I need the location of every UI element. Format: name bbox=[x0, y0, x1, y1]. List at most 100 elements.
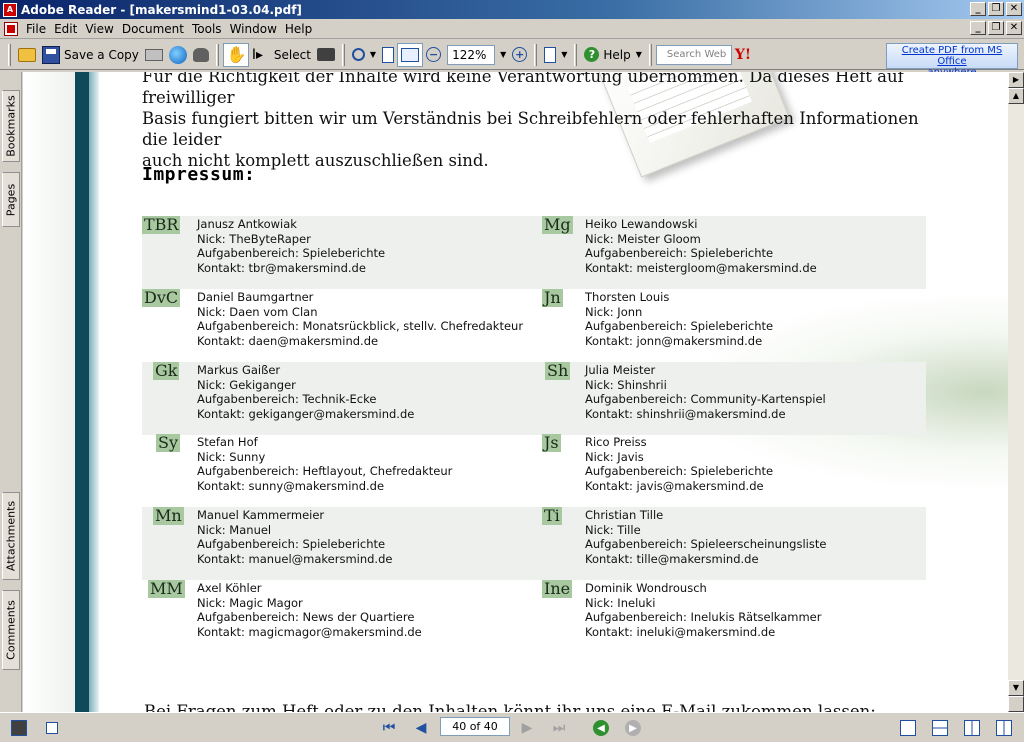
create-pdf-link[interactable]: Create PDF from MS Office anywhere bbox=[886, 43, 1018, 78]
staff-area: Aufgabenbereich: Heftlayout, Chefredakte… bbox=[197, 464, 453, 479]
staff-area: Aufgabenbereich: Monatsrückblick, stellv… bbox=[197, 319, 524, 334]
create-pdf-line1: Create PDF from MS Office bbox=[901, 45, 1003, 67]
last-page-icon[interactable]: ⏭ bbox=[550, 719, 568, 737]
staff-nick: Nick: Shinshrii bbox=[585, 377, 667, 392]
chevron-down-icon[interactable]: ▼ bbox=[500, 50, 506, 59]
toolbar-grip[interactable] bbox=[215, 43, 219, 66]
tab-attachments[interactable]: Attachments bbox=[2, 492, 20, 580]
zoom-in-button[interactable]: + bbox=[509, 43, 530, 67]
help-label: Help bbox=[603, 47, 631, 62]
next-page-icon[interactable]: ▶ bbox=[518, 719, 536, 737]
staff-row: Gk Markus Gaißer Nick: Gekiganger Aufgabenb… bbox=[142, 362, 926, 435]
vertical-scrollbar[interactable]: ▶ ▲ ▼ bbox=[1008, 72, 1024, 712]
staff-card: Mn Manuel Kammermeier Nick: Manuel Aufgaben… bbox=[142, 507, 534, 580]
toolbar-grip[interactable] bbox=[341, 43, 345, 66]
go-back-icon: ◀ bbox=[593, 720, 609, 736]
menu-window[interactable]: Window bbox=[228, 22, 283, 36]
staff-nick: Nick: TheByteRaper bbox=[197, 231, 311, 246]
continuous-facing-layout-button[interactable] bbox=[994, 719, 1014, 737]
page-stripe-light bbox=[89, 72, 99, 712]
staff-initials-badge: MM bbox=[148, 579, 185, 598]
select-text-icon: I▸ bbox=[251, 46, 264, 63]
rotate-button[interactable]: ▼ bbox=[541, 43, 570, 67]
save-copy-button[interactable]: Save a Copy bbox=[39, 43, 142, 67]
staff-details: Thorsten Louis Nick: Jonn Aufgabenbereich:… bbox=[585, 290, 773, 348]
staff-contact: Kontakt: sunny@makersmind.de bbox=[197, 478, 385, 493]
staff-nick: Nick: Javis bbox=[585, 449, 644, 464]
doc-close-button[interactable]: ✕ bbox=[1006, 21, 1022, 35]
go-forward-icon: ▶ bbox=[625, 720, 641, 736]
staff-card: Js Rico Preiss Nick: Javis Aufgabenbereich:… bbox=[542, 434, 934, 507]
staff-card: TBR Janusz Antkowiak Nick: TheByteRaper Auf… bbox=[142, 216, 534, 289]
open-button[interactable] bbox=[15, 43, 39, 67]
help-button[interactable]: ? Help ▼ bbox=[581, 43, 645, 67]
toolbar-grip[interactable] bbox=[574, 43, 578, 66]
staff-contact: Kontakt: ineluki@makersmind.de bbox=[585, 624, 776, 639]
zoom-tool-button[interactable]: ▼ bbox=[349, 43, 379, 67]
previous-page-icon[interactable]: ◀ bbox=[412, 719, 430, 737]
staff-row: Mn Manuel Kammermeier Nick: Manuel Aufgaben… bbox=[142, 507, 926, 580]
staff-contact: Kontakt: manuel@makersmind.de bbox=[197, 551, 393, 566]
document-view[interactable]: Für die Richtigkeit der Inhalte wird kei… bbox=[23, 72, 1008, 712]
menu-view[interactable]: View bbox=[83, 22, 119, 36]
rotate-icon bbox=[544, 46, 557, 63]
snapshot-button[interactable] bbox=[314, 43, 338, 67]
toolbar-grip[interactable] bbox=[534, 43, 538, 66]
toggle-nav-pane-icon[interactable] bbox=[10, 719, 28, 737]
scroll-down-icon[interactable]: ▼ bbox=[1008, 680, 1024, 696]
zoom-out-button[interactable]: − bbox=[423, 43, 444, 67]
go-forward-button[interactable]: ▶ bbox=[624, 719, 642, 737]
impressum-heading: Impressum: bbox=[142, 164, 256, 185]
staff-nick: Nick: Magic Magor bbox=[197, 595, 303, 610]
tab-bookmarks[interactable]: Bookmarks bbox=[2, 90, 20, 162]
staff-contact: Kontakt: daen@makersmind.de bbox=[197, 333, 379, 348]
window-title: Adobe Reader - [makersmind1-03.04.pdf] bbox=[21, 2, 302, 17]
staff-row: MM Axel Köhler Nick: Magic Magor Aufgabenbe… bbox=[142, 580, 926, 653]
fit-width-button[interactable] bbox=[397, 42, 424, 67]
doc-restore-button[interactable]: ❐ bbox=[988, 21, 1004, 35]
page-margin-decoration bbox=[23, 72, 75, 712]
hand-tool-button[interactable]: ✋ bbox=[222, 42, 249, 67]
staff-card: Ti Christian Tille Nick: Tille Aufgabenbere… bbox=[542, 507, 934, 580]
doc-minimize-button[interactable]: _ bbox=[970, 21, 986, 35]
close-button[interactable]: ✕ bbox=[1006, 2, 1022, 16]
yahoo-search-button[interactable]: Y! bbox=[732, 43, 754, 67]
continuous-layout-button[interactable] bbox=[930, 719, 950, 737]
menu-edit[interactable]: Edit bbox=[52, 22, 83, 36]
staff-initials-badge: Sy bbox=[156, 433, 180, 452]
intro-line: Für die Richtigkeit der Inhalte wird kei… bbox=[142, 72, 904, 107]
first-page-icon[interactable]: ⏮ bbox=[380, 719, 398, 737]
page-number-field[interactable]: 40 of 40 bbox=[440, 717, 510, 736]
minimize-button[interactable]: _ bbox=[970, 2, 986, 16]
go-back-button[interactable]: ◀ bbox=[592, 719, 610, 737]
search-button[interactable] bbox=[190, 43, 212, 67]
select-tool-button[interactable]: I▸ Select bbox=[249, 43, 314, 67]
menu-file[interactable]: File bbox=[24, 22, 52, 36]
scroll-up-icon[interactable]: ▲ bbox=[1008, 88, 1024, 104]
zoom-field[interactable]: 122% bbox=[447, 44, 496, 65]
menu-help[interactable]: Help bbox=[283, 22, 318, 36]
tab-comments[interactable]: Comments bbox=[2, 590, 20, 670]
tab-bookmarks-label: Bookmarks bbox=[4, 95, 18, 157]
menu-tools[interactable]: Tools bbox=[190, 22, 228, 36]
restore-button[interactable]: ❐ bbox=[988, 2, 1004, 16]
single-page-layout-button[interactable] bbox=[898, 719, 918, 737]
search-web-input[interactable]: Search Web bbox=[655, 44, 732, 65]
toolbar-grip[interactable] bbox=[8, 43, 11, 66]
zoom-out-icon: − bbox=[426, 47, 442, 62]
scroll-right-icon[interactable]: ▶ bbox=[1008, 72, 1024, 88]
menu-document[interactable]: Document bbox=[120, 22, 190, 36]
staff-card: MM Axel Köhler Nick: Magic Magor Aufgabenbe… bbox=[142, 580, 534, 653]
page-size-icon[interactable] bbox=[44, 719, 60, 737]
fit-page-button[interactable] bbox=[379, 43, 397, 67]
tab-pages[interactable]: Pages bbox=[2, 172, 20, 227]
document-icon[interactable] bbox=[4, 21, 18, 36]
staff-card: Ine Dominik Wondrousch Nick: Ineluki Aufgab… bbox=[542, 580, 934, 653]
toolbar-grip[interactable] bbox=[648, 43, 652, 66]
print-button[interactable] bbox=[142, 43, 166, 67]
email-button[interactable] bbox=[166, 43, 190, 67]
facing-layout-button[interactable] bbox=[962, 719, 982, 737]
print-icon bbox=[144, 48, 163, 61]
scroll-thumb[interactable] bbox=[1008, 696, 1024, 712]
zoom-combo[interactable]: 122% ▼ bbox=[444, 43, 509, 67]
